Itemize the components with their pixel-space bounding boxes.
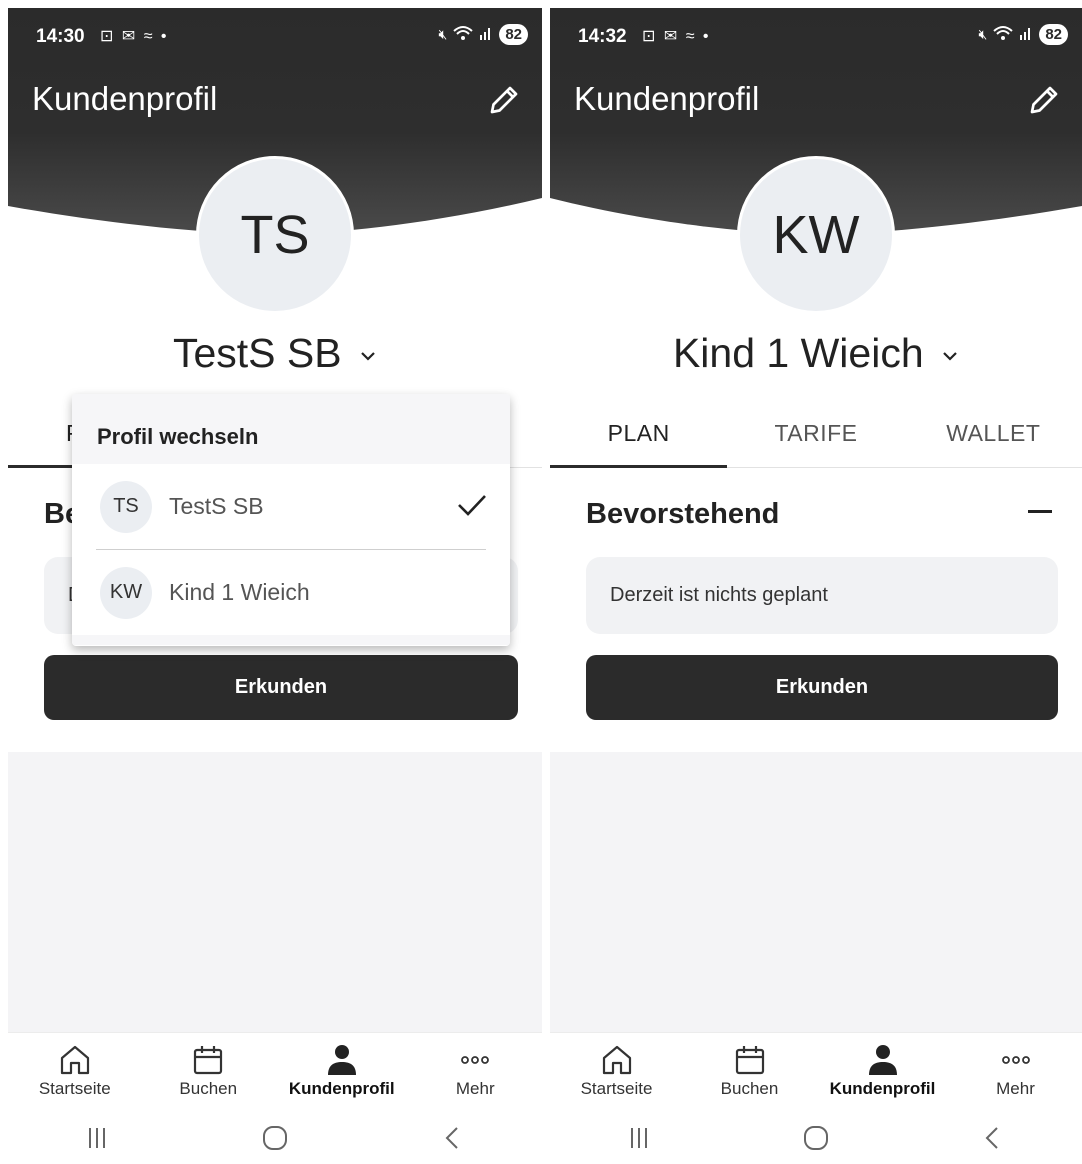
bottom-navigation: Startseite Buchen Kundenprofil Mehr [8,1032,542,1118]
recents-icon [630,1127,647,1148]
tab-label: TARIFE [774,420,858,446]
profile-switcher[interactable]: Kind 1 Wieich [550,330,1082,377]
notification-icons: ⊡ ✉ ≈ • [100,28,169,45]
edit-profile-button[interactable] [486,82,522,118]
nav-item-startseite[interactable]: Startseite [550,1033,683,1118]
signal-icon [479,26,493,43]
profile-name: TestS SB [172,330,342,376]
chevron-down-icon [943,352,957,361]
checkmark-icon [458,495,486,516]
left-screen: 14:30 ⊡ ✉ ≈ • 🔇︎ 82 Kundenprofil TS Test… [8,8,542,1164]
section-title: Bevorstehend [586,498,780,530]
explore-button[interactable]: Erkunden [586,655,1058,720]
person-icon [327,1045,356,1075]
nav-item-kundenprofil[interactable]: Kundenprofil [275,1033,409,1118]
pencil-icon [1030,86,1058,114]
explore-button[interactable]: Erkunden [44,655,518,720]
person-icon [868,1045,897,1075]
battery-badge: 82 [1039,24,1068,45]
calendar-icon [735,1046,764,1075]
content-background [8,752,542,1032]
right-screen: 14:32 ⊡ ✉ ≈ • 🔇︎ 82 Kundenprofil KW Kind… [550,8,1082,1164]
nav-item-buchen[interactable]: Buchen [683,1033,816,1118]
status-time: 14:30 [36,26,85,47]
page-title: Kundenprofil [574,80,760,117]
nav-label: Buchen [720,1079,779,1098]
status-bar: 14:30 ⊡ ✉ ≈ • 🔇︎ 82 [8,8,542,66]
tab-label: WALLET [946,420,1041,446]
home-icon [60,1045,89,1075]
nav-label: Startseite [38,1079,111,1098]
nav-label: Mehr [455,1079,495,1098]
back-icon [445,1126,458,1149]
system-navigation [550,1118,1082,1164]
profile-name: Kind 1 Wieich [672,330,924,376]
tab-bar: PLAN TARIFE WALLET [550,400,1082,468]
battery-badge: 82 [499,24,528,45]
tab-plan[interactable]: PLAN [550,400,728,468]
tab-tarife[interactable]: TARIFE [727,400,904,467]
edit-profile-button[interactable] [1026,82,1062,118]
mute-icon: 🔇︎ [978,26,988,42]
system-status-icons: 🔇︎ 82 [438,24,528,45]
profile-option-label: TestS SB [169,493,264,519]
bottom-navigation: Startseite Buchen Kundenprofil Mehr [550,1032,1082,1118]
home-circle-icon [263,1125,287,1150]
status-bar: 14:32 ⊡ ✉ ≈ • 🔇︎ 82 [550,8,1082,66]
nav-item-mehr[interactable]: Mehr [409,1033,543,1118]
empty-state-card: Derzeit ist nichts geplant [586,557,1058,634]
calendar-icon [194,1046,223,1075]
collapse-icon[interactable] [1028,510,1052,513]
nav-item-mehr[interactable]: Mehr [949,1033,1082,1118]
back-button[interactable] [423,1124,483,1159]
more-icon [461,1056,490,1064]
signal-icon [1019,26,1033,43]
system-navigation [8,1118,542,1164]
home-icon [602,1045,631,1075]
profile-option-label: Kind 1 Wieich [169,579,310,605]
home-button[interactable] [786,1124,846,1159]
nav-item-startseite[interactable]: Startseite [8,1033,142,1118]
avatar: KW [100,566,152,619]
chevron-down-icon [361,352,375,361]
page-title: Kundenprofil [32,80,218,117]
nav-label: Mehr [996,1079,1035,1098]
nav-label: Buchen [179,1079,238,1098]
content-background [550,752,1082,1032]
recent-apps-button[interactable] [67,1124,127,1159]
pencil-icon [490,86,518,114]
tab-wallet[interactable]: WALLET [905,400,1082,467]
home-button[interactable] [245,1124,305,1159]
wifi-icon [453,25,473,44]
notification-icons: ⊡ ✉ ≈ • [642,28,711,45]
nav-item-kundenprofil[interactable]: Kundenprofil [816,1033,949,1118]
back-icon [985,1126,999,1149]
profile-switch-dropdown: Profil wechseln TS TestS SB KW Kind 1 Wi… [72,394,510,646]
nav-label: Kundenprofil [288,1079,395,1098]
mute-icon: 🔇︎ [438,26,448,42]
nav-label: Startseite [580,1079,653,1098]
profile-avatar: TS [196,156,354,314]
profile-avatar: KW [737,156,895,314]
dropdown-title: Profil wechseln [72,394,510,464]
profile-option[interactable]: TS TestS SB [72,464,510,549]
avatar: TS [100,480,152,533]
dropdown-footer [72,635,510,645]
status-time: 14:32 [578,26,627,47]
nav-item-buchen[interactable]: Buchen [142,1033,276,1118]
recent-apps-button[interactable] [609,1124,669,1159]
profile-switcher[interactable]: TestS SB [8,330,542,377]
more-icon [1001,1056,1030,1064]
nav-label: Kundenprofil [829,1079,936,1098]
back-button[interactable] [963,1124,1023,1159]
empty-state-text: Derzeit ist nichts geplant [610,584,828,606]
system-status-icons: 🔇︎ 82 [978,24,1068,45]
home-circle-icon [803,1125,828,1150]
tab-label: PLAN [607,420,670,446]
profile-option[interactable]: KW Kind 1 Wieich [72,550,510,635]
wifi-icon [993,25,1013,44]
recents-icon [89,1127,105,1148]
